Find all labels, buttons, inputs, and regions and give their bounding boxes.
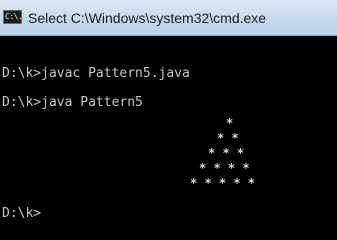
- title-bar[interactable]: C:\. Select C:\Windows\system32\cmd.exe: [0, 0, 337, 36]
- star-pattern: * * * * * * * * * * * * * * *: [190, 116, 255, 221]
- pattern-row-5: * * * * *: [190, 176, 256, 190]
- console-output[interactable]: D:\k>javac Pattern5.java D:\k>java Patte…: [0, 36, 337, 240]
- pattern-row-4: * * * *: [199, 161, 250, 175]
- cmd-icon-glyph: C:\.: [5, 12, 23, 21]
- console-prompt[interactable]: D:\k>: [2, 206, 41, 222]
- pattern-row-3: * * *: [208, 146, 245, 160]
- console-line-run: D:\k>java Pattern5: [2, 95, 143, 110]
- cmd-window: C:\. Select C:\Windows\system32\cmd.exe …: [0, 0, 337, 240]
- pattern-row-1: *: [226, 116, 234, 130]
- window-title: Select C:\Windows\system32\cmd.exe: [28, 10, 267, 26]
- pattern-row-2: * *: [217, 131, 239, 145]
- cmd-icon[interactable]: C:\.: [3, 10, 23, 24]
- console-line-compile: D:\k>javac Pattern5.java: [2, 66, 190, 81]
